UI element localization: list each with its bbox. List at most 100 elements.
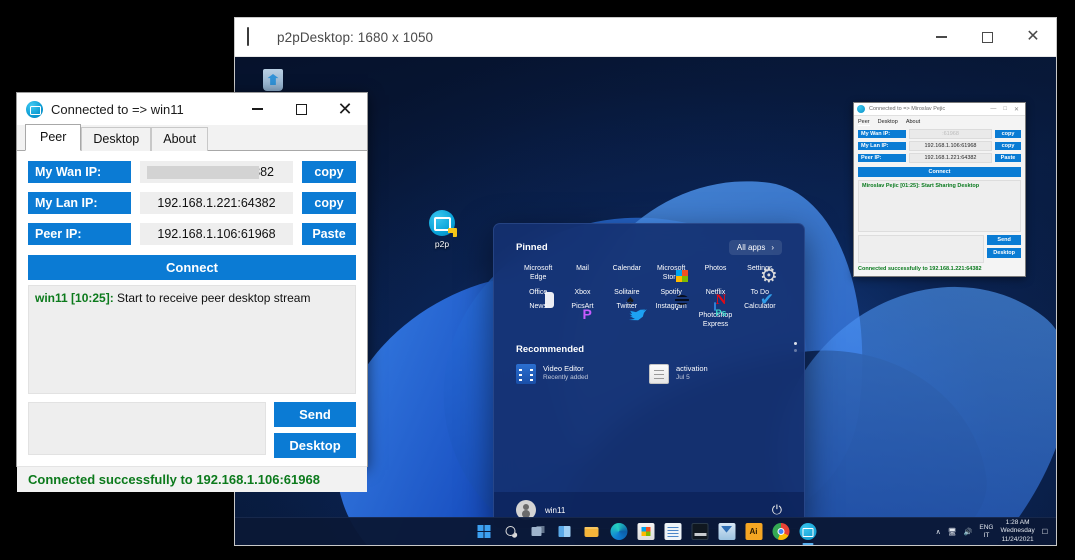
mini-wan-ip-value[interactable]: :61968	[909, 129, 992, 139]
pinned-app-photoshop-express[interactable]: Photoshop Express	[693, 303, 737, 329]
language-indicator[interactable]: ENG IT	[979, 524, 993, 539]
start-menu[interactable]: Pinned All apps › Microsoft Edge Mail Ca…	[493, 223, 805, 529]
terminal-icon[interactable]	[691, 523, 708, 540]
log-area: win11 [10:25]: Start to receive peer des…	[28, 285, 356, 394]
mini-tab-about[interactable]: About	[906, 119, 920, 126]
chrome-icon[interactable]	[772, 523, 789, 540]
pinned-app-news[interactable]: News	[516, 303, 560, 329]
mini-send-button[interactable]: Send	[987, 235, 1021, 245]
start-menu-page-dots[interactable]	[794, 342, 797, 352]
mini-peer-ip-value[interactable]: 192.168.1.221:64382	[909, 153, 992, 163]
mini-tab-desktop[interactable]: Desktop	[878, 119, 898, 126]
remote-close-button[interactable]: ✕	[1010, 18, 1056, 56]
recommended-item-video-editor[interactable]: Video Editor Recently added	[516, 364, 649, 384]
pinned-app-instagram[interactable]: Instagram	[649, 303, 693, 329]
mini-message-input[interactable]	[858, 235, 984, 263]
app-minimize-button[interactable]	[235, 93, 279, 125]
pinned-app-office[interactable]: Office	[516, 289, 560, 298]
mini-desktop-button[interactable]: Desktop	[987, 248, 1021, 258]
mini-copy-wan-button[interactable]: copy	[995, 130, 1021, 138]
all-apps-button[interactable]: All apps ›	[729, 240, 782, 255]
notification-icon[interactable]: ☐	[1042, 528, 1048, 536]
peer-ip-label: Peer IP:	[28, 223, 131, 245]
message-input[interactable]	[28, 402, 266, 455]
p2p-app-icon	[429, 210, 455, 236]
remote-window-titlebar[interactable]: p2pDesktop: 1680 x 1050 ✕	[235, 18, 1056, 57]
recommended-item-sub: Jul 5	[676, 374, 708, 383]
pinned-app-xbox[interactable]: Xbox	[560, 289, 604, 298]
mini-tab-peer[interactable]: Peer	[858, 119, 870, 126]
mini-connect-button[interactable]: Connect	[858, 167, 1021, 177]
file-explorer-icon[interactable]	[583, 523, 600, 540]
tab-about[interactable]: About	[151, 127, 208, 151]
mini-wan-ip-label: My Wan IP:	[858, 130, 906, 138]
pinned-app-todo[interactable]: To Do	[738, 289, 782, 298]
pinned-app-spotify[interactable]: Spotify	[649, 289, 693, 298]
remote-minimize-button[interactable]	[918, 18, 964, 56]
tab-peer[interactable]: Peer	[25, 124, 81, 151]
video-editor-icon	[516, 364, 536, 384]
remote-maximize-button[interactable]	[964, 18, 1010, 56]
pinned-app-solitaire[interactable]: Solitaire	[605, 289, 649, 298]
peer-ip-value[interactable]: 192.168.1.106:61968	[140, 223, 293, 245]
store-icon[interactable]	[637, 523, 654, 540]
pinned-header: Pinned	[516, 242, 548, 253]
p2p-app-icon	[26, 101, 43, 118]
app-maximize-button[interactable]	[279, 93, 323, 125]
illustrator-icon[interactable]	[745, 523, 762, 540]
mini-log-area: Miroslav Pejic [01:25]: Start Sharing De…	[858, 180, 1021, 232]
notepad-icon[interactable]	[664, 523, 681, 540]
mini-lan-ip-value[interactable]: 192.168.1.106:61968	[909, 141, 992, 151]
clock-date: 11/24/2021	[1002, 536, 1034, 543]
volume-icon[interactable]: 🔊	[964, 528, 973, 536]
copy-wan-ip-button[interactable]: copy	[302, 161, 356, 183]
task-view-icon[interactable]	[529, 523, 546, 540]
mini-maximize-button[interactable]: □	[1003, 106, 1007, 113]
pinned-app-netflix[interactable]: Netflix	[693, 289, 737, 298]
pinned-app-photos[interactable]: Photos	[693, 265, 737, 283]
minimize-icon	[252, 108, 263, 109]
pinned-app-store[interactable]: Microsoft Store	[649, 265, 693, 283]
widgets-icon[interactable]	[556, 523, 573, 540]
my-wan-ip-value[interactable]: :64382	[140, 161, 293, 183]
start-icon[interactable]	[475, 523, 492, 540]
pinned-app-settings[interactable]: Settings	[738, 265, 782, 283]
chevron-up-icon[interactable]: ∧	[936, 528, 941, 536]
copy-lan-ip-button[interactable]: copy	[302, 192, 356, 214]
mail-icon[interactable]	[718, 523, 735, 540]
recommended-item-activation[interactable]: activation Jul 5	[649, 364, 782, 384]
mini-close-button[interactable]: ✕	[1014, 106, 1019, 113]
search-icon[interactable]	[502, 523, 519, 540]
mini-paste-peer-button[interactable]: Paste	[995, 154, 1021, 162]
remote-mini-p2p-window[interactable]: Connected to => Miroslav Pejic — □ ✕ Pee…	[853, 102, 1026, 277]
mini-window-controls: — □ ✕	[990, 106, 1025, 113]
paste-peer-ip-button[interactable]: Paste	[302, 223, 356, 245]
mini-copy-lan-button[interactable]: copy	[995, 142, 1021, 150]
desktop-icon-p2p[interactable]: p2p	[410, 210, 474, 250]
app-titlebar[interactable]: Connected to => win11 ✕	[17, 93, 367, 125]
network-icon[interactable]: 🖥	[948, 528, 957, 536]
send-button[interactable]: Send	[274, 402, 356, 427]
row-peer-ip: Peer IP: 192.168.1.106:61968 Paste	[28, 223, 356, 245]
desktop-button[interactable]: Desktop	[274, 433, 356, 458]
pinned-app-twitter[interactable]: Twitter	[605, 303, 649, 329]
p2p-app-icon[interactable]	[799, 523, 816, 540]
edge-icon[interactable]	[610, 523, 627, 540]
mini-minimize-button[interactable]: —	[990, 106, 996, 113]
my-lan-ip-value[interactable]: 192.168.1.221:64382	[140, 192, 293, 214]
power-icon[interactable]: ⏻	[772, 502, 782, 518]
pinned-app-label: Mail	[560, 265, 604, 274]
pinned-app-edge[interactable]: Microsoft Edge	[516, 265, 560, 283]
pinned-app-picsart[interactable]: PicsArt	[560, 303, 604, 329]
connect-button[interactable]: Connect	[28, 255, 356, 280]
tab-desktop[interactable]: Desktop	[81, 127, 151, 151]
app-close-button[interactable]: ✕	[323, 93, 367, 125]
document-icon	[649, 364, 669, 384]
mini-window-titlebar[interactable]: Connected to => Miroslav Pejic — □ ✕	[854, 103, 1025, 116]
pinned-app-label: Xbox	[560, 289, 604, 298]
pinned-app-calendar[interactable]: Calendar	[605, 265, 649, 283]
row-my-lan-ip: My Lan IP: 192.168.1.221:64382 copy	[28, 192, 356, 214]
log-entry-text: Start to receive peer desktop stream	[114, 291, 311, 305]
clock[interactable]: 1:28 AM Wednesday 11/24/2021	[1001, 519, 1035, 543]
pinned-app-mail[interactable]: Mail	[560, 265, 604, 283]
